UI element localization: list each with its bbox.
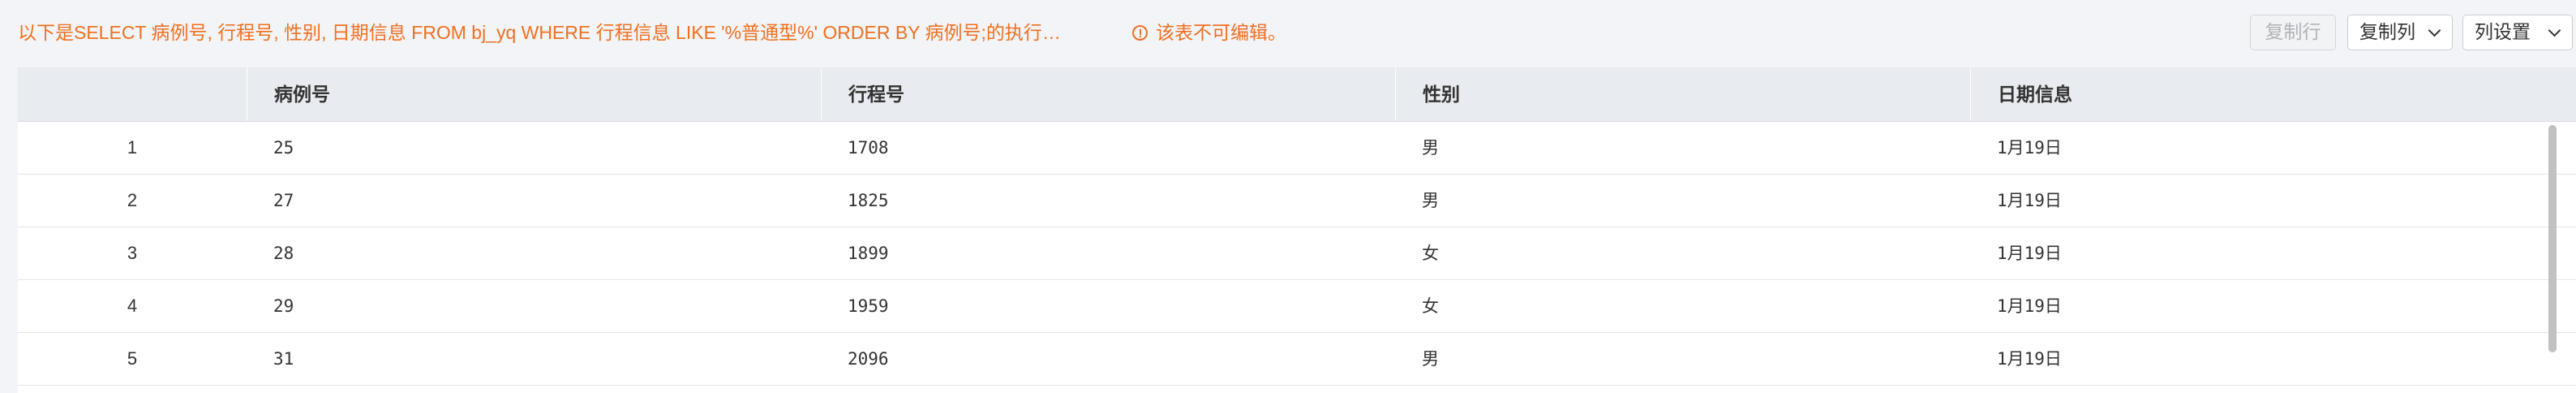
row-index: 4	[127, 296, 138, 316]
cell-case-no[interactable]: 25	[247, 122, 821, 174]
column-header-date[interactable]: 日期信息	[1970, 67, 2576, 121]
copy-column-dropdown[interactable]: 复制列	[2347, 15, 2453, 50]
row-index: 2	[127, 190, 138, 210]
chevron-down-icon	[2548, 24, 2561, 37]
row-index: 3	[127, 243, 138, 263]
result-table: 病例号 行程号 性别 日期信息 1 25 1708 男 1月19日 2 27 1…	[18, 67, 2576, 393]
cell-gender[interactable]: 男	[1395, 333, 1970, 385]
copy-row-button[interactable]: 复制行	[2250, 15, 2336, 50]
column-header-gender[interactable]: 性别	[1395, 67, 1970, 121]
cell-trip-no[interactable]: 1825	[821, 175, 1395, 227]
cell-case-no[interactable]: 29	[247, 280, 821, 332]
cell-case-no[interactable]: 28	[247, 227, 821, 279]
cell-date[interactable]: 1月19日	[1970, 175, 2576, 227]
cell-case-no[interactable]: 31	[247, 333, 821, 385]
table-row[interactable]: 2 27 1825 男 1月19日	[18, 175, 2576, 227]
column-header-index[interactable]	[18, 67, 247, 121]
cell-gender[interactable]: 女	[1395, 227, 1970, 279]
column-header-case-no[interactable]: 病例号	[247, 67, 821, 121]
result-toolbar: 以下是SELECT 病例号, 行程号, 性别, 日期信息 FROM bj_yq …	[0, 0, 2576, 65]
cell-date[interactable]: 1月19日	[1970, 333, 2576, 385]
vertical-scrollbar-thumb[interactable]	[2548, 125, 2557, 352]
cell-case-no[interactable]: 27	[247, 175, 821, 227]
table-row[interactable]: 3 28 1899 女 1月19日	[18, 227, 2576, 280]
info-circle-icon	[1132, 24, 1148, 41]
table-header-row: 病例号 行程号 性别 日期信息	[18, 67, 2576, 122]
copy-column-label: 复制列	[2359, 21, 2415, 42]
cell-date[interactable]: 1月19日	[1970, 227, 2576, 279]
query-result-panel: 以下是SELECT 病例号, 行程号, 性别, 日期信息 FROM bj_yq …	[0, 0, 2576, 393]
cell-trip-no[interactable]: 1959	[821, 280, 1395, 332]
readonly-notice: 该表不可编辑。	[1132, 19, 1286, 46]
cell-date[interactable]: 1月19日	[1970, 122, 2576, 174]
cell-trip-no[interactable]: 1899	[821, 227, 1395, 279]
cell-gender[interactable]: 男	[1395, 175, 1970, 227]
cell-date[interactable]: 1月19日	[1970, 280, 2576, 332]
row-index: 5	[127, 348, 138, 369]
column-settings-label: 列设置	[2475, 21, 2531, 42]
readonly-notice-text: 该表不可编辑。	[1156, 22, 1286, 43]
sql-statement-info: 以下是SELECT 病例号, 行程号, 性别, 日期信息 FROM bj_yq …	[18, 22, 1061, 43]
column-settings-dropdown[interactable]: 列设置	[2462, 15, 2573, 50]
chevron-down-icon	[2428, 24, 2441, 37]
cell-gender[interactable]: 女	[1395, 280, 1970, 332]
table-row[interactable]: 1 25 1708 男 1月19日	[18, 122, 2576, 175]
column-header-trip-no[interactable]: 行程号	[821, 67, 1395, 121]
table-row[interactable]: 4 29 1959 女 1月19日	[18, 280, 2576, 333]
row-index: 1	[127, 137, 138, 158]
cell-trip-no[interactable]: 2096	[821, 333, 1395, 385]
cell-trip-no[interactable]: 1708	[821, 122, 1395, 174]
table-row[interactable]: 5 31 2096 男 1月19日	[18, 333, 2576, 386]
cell-gender[interactable]: 男	[1395, 122, 1970, 174]
